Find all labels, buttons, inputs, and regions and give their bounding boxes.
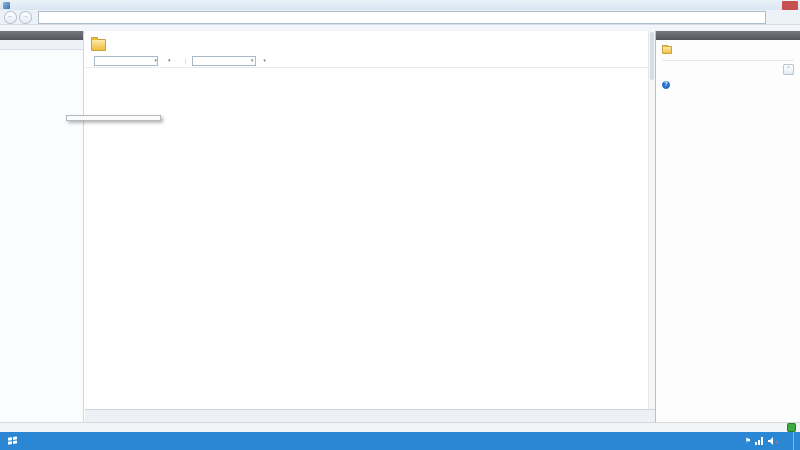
separator: [662, 60, 794, 61]
manage-folder-header: ⌃: [662, 64, 794, 75]
feature-groups: [85, 68, 655, 70]
chevron-down-icon[interactable]: ▾: [168, 58, 171, 64]
network-icon[interactable]: [755, 437, 764, 445]
actions-header: [656, 31, 800, 40]
collapse-section-button[interactable]: ⌃: [783, 64, 794, 75]
status-bar: [0, 422, 800, 432]
actions-panel: ⌃ ?: [655, 31, 800, 422]
iis-manager-window: ← → ▾ ▾ · | ▾: [0, 0, 800, 450]
help-icon: ?: [662, 81, 670, 89]
taskbar: ⚑ ✕: [0, 432, 800, 450]
chevron-down-icon[interactable]: ▾: [263, 58, 266, 64]
windows-logo-icon: [8, 436, 18, 445]
minimize-button[interactable]: [756, 1, 769, 10]
connections-header: [0, 31, 83, 40]
context-menu: [66, 115, 161, 121]
refresh-button[interactable]: [770, 12, 783, 23]
scrollbar-thumb[interactable]: [650, 32, 654, 80]
stop-button[interactable]: [783, 12, 796, 23]
connections-panel: [0, 31, 84, 422]
action-explore[interactable]: [662, 46, 794, 54]
view-tabs: [85, 409, 655, 422]
filter-input[interactable]: ▾: [94, 56, 158, 66]
connections-toolbar: [0, 40, 83, 50]
group-by-select[interactable]: ▾: [192, 56, 256, 66]
flag-icon[interactable]: ⚑: [745, 437, 751, 445]
chevron-down-icon: ▾: [154, 58, 157, 64]
page-header: [85, 31, 655, 55]
breadcrumb[interactable]: [38, 11, 766, 24]
vertical-scrollbar[interactable]: [648, 31, 655, 409]
close-button[interactable]: [782, 1, 798, 10]
app-icon: [3, 2, 10, 9]
show-desktop-button[interactable]: [793, 432, 798, 450]
address-bar: ← →: [0, 10, 800, 25]
filter-bar: ▾ ▾ · | ▾ ▾: [85, 55, 655, 68]
back-button[interactable]: ←: [4, 11, 17, 24]
connections-tree: [0, 50, 83, 51]
divider: |: [185, 58, 187, 65]
chevron-down-icon: ▾: [251, 58, 254, 64]
divider: ·: [174, 58, 176, 65]
maximize-button[interactable]: [769, 1, 782, 10]
start-button[interactable]: [0, 432, 26, 450]
main-panel: ▾ ▾ · | ▾ ▾: [85, 31, 655, 422]
notification-icon[interactable]: [787, 423, 796, 432]
action-help[interactable]: ?: [662, 81, 794, 89]
system-tray: ⚑ ✕: [745, 432, 800, 450]
forward-button[interactable]: →: [19, 11, 32, 24]
folder-icon: [91, 39, 106, 51]
explore-folder-icon: [662, 46, 672, 54]
volume-muted-icon[interactable]: ✕: [768, 437, 776, 445]
